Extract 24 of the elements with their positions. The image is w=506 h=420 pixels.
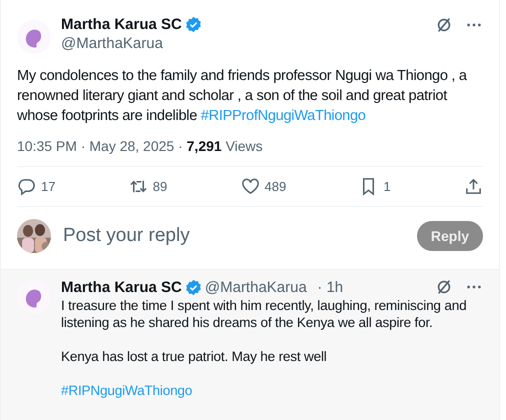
slashed-circle-icon[interactable]	[435, 16, 453, 34]
post-timestamp[interactable]: 10:35 PM · May 28, 2025 ·	[17, 138, 187, 154]
reply-text: Kenya has lost a true patriot. May he rest well	[61, 348, 328, 365]
speech-bubble-icon[interactable]	[17, 177, 36, 196]
avatar-icon[interactable]	[17, 20, 51, 54]
post-text: My condolences to the family and friends professor Ngugi wa Thiongo , a renowned literary giant and scholar , a son of the soil and great patriot whose footprints are indelible #RIPProfNgugiWaThiongo	[17, 67, 468, 126]
action-count: 17	[41, 179, 56, 194]
slashed-circle-icon[interactable]	[435, 278, 453, 296]
author-name[interactable]: Martha Karua SC	[61, 16, 182, 33]
share-icon[interactable]	[464, 177, 483, 196]
views-count: 7,291	[186, 138, 222, 154]
action-count: 489	[264, 179, 286, 194]
views-label: Views	[226, 138, 263, 154]
post-age: · 1h	[317, 278, 344, 296]
author-handle[interactable]: @MarthaKarua	[61, 35, 425, 52]
verified-badge-icon	[184, 278, 202, 296]
heart-icon[interactable]	[240, 177, 260, 196]
action-count: 1	[383, 179, 391, 194]
author-name[interactable]: Martha Karua SC	[61, 278, 182, 296]
reply-text: I treasure the time I spent with him recently, laughing, reminiscing and listening as he shared his dreams of the Kenya we all aspire for.	[61, 297, 468, 331]
action-count: 89	[152, 179, 168, 194]
verified-badge-icon	[184, 16, 202, 33]
author-handle[interactable]: @MarthaKarua	[204, 278, 307, 296]
reply-field[interactable]: Post your reply	[61, 224, 407, 248]
